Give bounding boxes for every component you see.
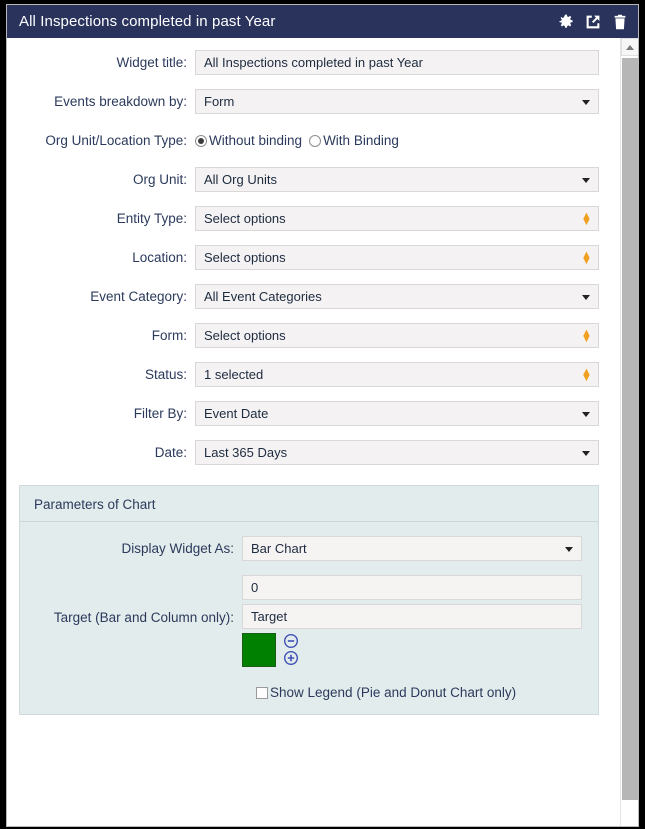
field-row-date: Date: Last 365 Days xyxy=(7,440,613,465)
minus-circle-icon[interactable] xyxy=(283,633,299,649)
plus-circle-icon[interactable] xyxy=(283,650,299,666)
org-unit-location-type-radiogroup: Without binding With Binding xyxy=(195,128,599,153)
widget-panel: All Inspections completed in past Year W… xyxy=(6,4,639,827)
radio-option-without-binding[interactable]: Without binding xyxy=(195,128,302,153)
chevron-down-icon xyxy=(582,411,590,417)
field-row-org-unit: Org Unit: All Org Units xyxy=(7,167,613,192)
events-breakdown-select[interactable]: Form xyxy=(195,89,599,114)
status-select[interactable]: 1 selected ▲ ▼ xyxy=(195,362,599,387)
widget-title-text: All Inspections completed in past Year xyxy=(19,13,276,30)
form-value: Select options xyxy=(204,328,286,343)
vertical-scrollbar[interactable] xyxy=(620,38,638,826)
form-select[interactable]: Select options ▲ ▼ xyxy=(195,323,599,348)
radio-without-binding-label: Without binding xyxy=(209,133,303,148)
show-legend-label: Show Legend (Pie and Donut Chart only) xyxy=(270,685,517,700)
gear-icon[interactable] xyxy=(558,14,574,30)
filter-by-select[interactable]: Event Date xyxy=(195,401,599,426)
display-widget-as-label: Display Widget As: xyxy=(121,541,234,556)
radio-with-binding-label: With Binding xyxy=(323,133,399,148)
target-add-remove-controls xyxy=(283,633,299,666)
entity-type-label: Entity Type: xyxy=(116,211,187,226)
status-value: 1 selected xyxy=(204,367,264,382)
entity-type-select[interactable]: Select options ▲ ▼ xyxy=(195,206,599,231)
widget-body: Widget title: All Inspections completed … xyxy=(7,38,638,826)
events-breakdown-label: Events breakdown by: xyxy=(54,94,187,109)
titlebar-actions xyxy=(558,14,628,30)
filter-by-label: Filter By: xyxy=(133,406,187,421)
field-row-org-unit-location-type: Org Unit/Location Type: Without binding … xyxy=(7,128,613,153)
show-legend-row: Show Legend (Pie and Donut Chart only) xyxy=(20,685,598,700)
updown-arrows-icon: ▲ ▼ xyxy=(581,326,592,345)
radio-without-binding-indicator[interactable] xyxy=(195,134,207,147)
filter-by-value: Event Date xyxy=(204,406,269,421)
display-widget-as-value: Bar Chart xyxy=(251,541,307,556)
parameters-of-chart-panel: Parameters of Chart Display Widget As: B… xyxy=(19,485,599,715)
form-label: Form: xyxy=(151,328,187,343)
display-widget-as-select[interactable]: Bar Chart xyxy=(242,536,582,561)
trash-icon[interactable] xyxy=(612,14,628,30)
event-category-label: Event Category: xyxy=(90,289,187,304)
field-row-display-widget-as: Display Widget As: Bar Chart xyxy=(20,536,598,561)
expand-icon[interactable] xyxy=(585,14,601,30)
org-unit-select[interactable]: All Org Units xyxy=(195,167,599,192)
chevron-down-icon xyxy=(582,450,590,456)
field-row-filter-by: Filter By: Event Date xyxy=(7,401,613,426)
widget-title-input[interactable]: All Inspections completed in past Year xyxy=(195,50,599,75)
event-category-select[interactable]: All Event Categories xyxy=(195,284,599,309)
show-legend-checkbox[interactable] xyxy=(256,686,268,699)
widget-titlebar: All Inspections completed in past Year xyxy=(7,5,638,38)
status-label: Status: xyxy=(144,367,187,382)
parameters-of-chart-title: Parameters of Chart xyxy=(20,497,598,522)
scrollbar-thumb[interactable] xyxy=(622,58,638,800)
field-row-form: Form: Select options ▲ ▼ xyxy=(7,323,613,348)
updown-arrows-icon: ▲ ▼ xyxy=(581,209,592,228)
field-row-events-breakdown: Events breakdown by: Form xyxy=(7,89,613,114)
target-color-swatch[interactable] xyxy=(242,633,276,667)
chevron-down-icon xyxy=(582,177,590,183)
widget-title-label: Widget title: xyxy=(116,55,187,70)
location-value: Select options xyxy=(204,250,286,265)
location-select[interactable]: Select options ▲ ▼ xyxy=(195,245,599,270)
chevron-down-icon xyxy=(565,546,573,552)
radio-option-with-binding[interactable]: With Binding xyxy=(309,128,399,153)
caret-up-icon xyxy=(626,44,634,50)
radio-with-binding-indicator[interactable] xyxy=(309,134,322,147)
updown-arrows-icon: ▲ ▼ xyxy=(581,365,592,384)
location-label: Location: xyxy=(132,250,187,265)
target-label: Target (Bar and Column only): xyxy=(53,610,234,625)
org-unit-location-type-label: Org Unit/Location Type: xyxy=(45,133,187,148)
event-category-value: All Event Categories xyxy=(204,289,322,304)
org-unit-label: Org Unit: xyxy=(132,172,187,187)
field-row-entity-type: Entity Type: Select options ▲ ▼ xyxy=(7,206,613,231)
settings-form: Widget title: All Inspections completed … xyxy=(7,38,613,826)
field-row-target: Target (Bar and Column only): 0 Target xyxy=(20,575,598,667)
date-label: Date: xyxy=(154,445,187,460)
field-row-widget-title: Widget title: All Inspections completed … xyxy=(7,50,613,75)
events-breakdown-value: Form xyxy=(204,94,235,109)
date-select[interactable]: Last 365 Days xyxy=(195,440,599,465)
field-row-location: Location: Select options ▲ ▼ xyxy=(7,245,613,270)
scroll-up-button[interactable] xyxy=(621,38,638,56)
field-row-status: Status: 1 selected ▲ ▼ xyxy=(7,362,613,387)
updown-arrows-icon: ▲ ▼ xyxy=(581,248,592,267)
target-name-input[interactable]: Target xyxy=(242,604,582,629)
chevron-down-icon xyxy=(582,99,590,105)
entity-type-value: Select options xyxy=(204,211,286,226)
target-value-input[interactable]: 0 xyxy=(242,575,582,600)
org-unit-value: All Org Units xyxy=(204,172,277,187)
field-row-event-category: Event Category: All Event Categories xyxy=(7,284,613,309)
target-color-controls xyxy=(242,633,582,667)
date-value: Last 365 Days xyxy=(204,445,288,460)
chevron-down-icon xyxy=(582,294,590,300)
